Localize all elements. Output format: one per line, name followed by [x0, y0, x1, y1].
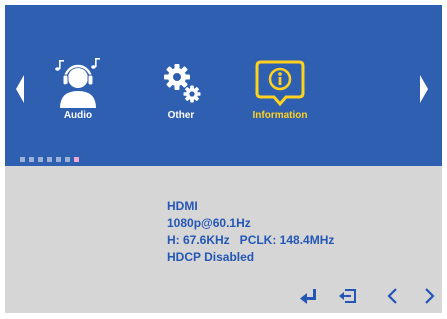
- page-dot: [20, 157, 25, 162]
- exit-icon[interactable]: [336, 287, 360, 305]
- information-panel: HDMI 1080p@60.1Hz H: 67.6KHz PCLK: 148.4…: [167, 198, 334, 266]
- hdcp-status: HDCP Disabled: [167, 250, 255, 264]
- menu-item-label: Audio: [63, 110, 93, 121]
- menu-item-label: Other: [167, 110, 195, 121]
- menu-item-information[interactable]: Information: [230, 57, 330, 127]
- page-dot: [65, 157, 70, 162]
- page-dot: [29, 157, 34, 162]
- timing: H: 67.6KHz PCLK: 148.4MHz: [167, 233, 335, 247]
- menu-header: Audio Other Information: [5, 5, 442, 166]
- menu-item-label: Information: [252, 110, 308, 121]
- input-source: HDMI: [167, 199, 198, 213]
- gears-icon: [131, 57, 231, 109]
- info-icon: [230, 57, 330, 109]
- page-dot-active: [74, 157, 79, 162]
- page-dot: [38, 157, 43, 162]
- headphones-person-icon: [28, 57, 128, 109]
- page-dot: [47, 157, 52, 162]
- resolution: 1080p@60.1Hz: [167, 216, 251, 230]
- scroll-right-arrow-icon[interactable]: [419, 75, 429, 103]
- page-indicator: [20, 149, 83, 162]
- menu-item-other[interactable]: Other: [131, 57, 231, 127]
- arrow-right-icon[interactable]: [418, 287, 442, 305]
- enter-icon[interactable]: [297, 287, 321, 305]
- arrow-left-icon[interactable]: [381, 287, 405, 305]
- menu-item-audio[interactable]: Audio: [28, 57, 128, 127]
- osd-menu: Audio Other Information HDMI 1080p@60.1H…: [5, 5, 442, 313]
- scroll-left-arrow-icon[interactable]: [15, 75, 25, 103]
- page-dot: [56, 157, 61, 162]
